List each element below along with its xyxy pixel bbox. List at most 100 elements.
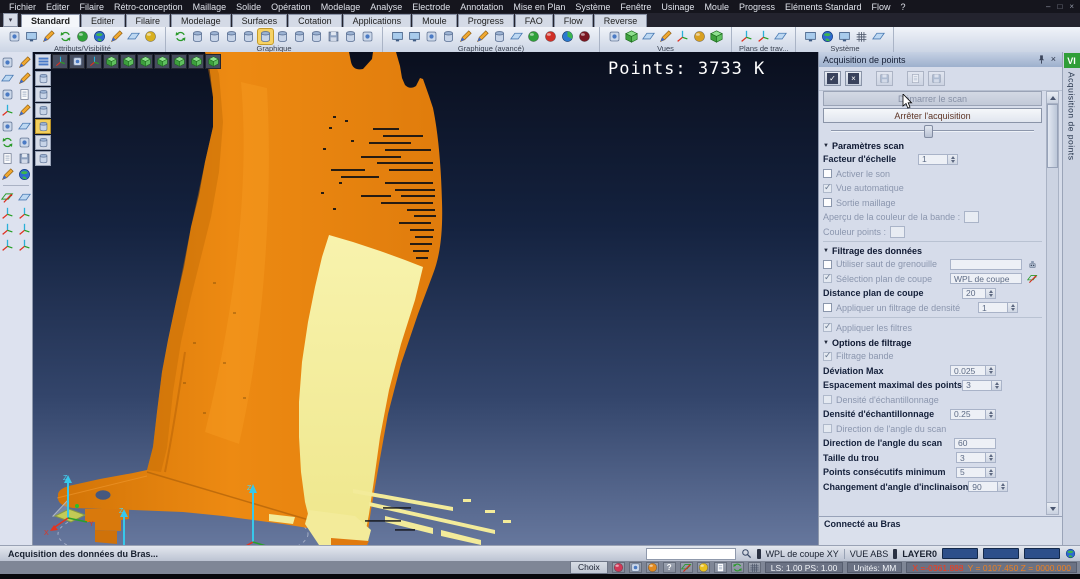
sidebar-tool-icon[interactable] — [18, 119, 32, 133]
stop-acquisition-button[interactable]: Arrêter l'acquisition — [823, 108, 1042, 123]
toolbar-icon[interactable] — [709, 29, 724, 44]
grid-icon[interactable] — [748, 562, 761, 573]
sidebar-tool-icon[interactable] — [18, 238, 32, 252]
toolbar-icon[interactable] — [190, 29, 205, 44]
toolbar-icon[interactable] — [773, 29, 788, 44]
status-tool-icon[interactable] — [612, 562, 625, 573]
toolbar-icon[interactable] — [692, 29, 707, 44]
toolbar-icon[interactable] — [207, 29, 222, 44]
toolbar-icon[interactable] — [360, 29, 375, 44]
spinner[interactable] — [986, 467, 996, 478]
menu-item[interactable]: Annotation — [455, 2, 508, 12]
checkbox-filtrage-densite[interactable] — [823, 303, 832, 312]
scrollbar-thumb[interactable] — [1047, 104, 1058, 168]
toolbar-icon[interactable] — [24, 29, 39, 44]
toolbar-icon[interactable] — [475, 29, 490, 44]
close-button[interactable]: × — [1069, 2, 1074, 11]
toolbar-icon[interactable] — [803, 29, 818, 44]
scroll-down-icon[interactable] — [1047, 502, 1058, 514]
scene-3d[interactable]: Z X Y Z Z Y — [33, 52, 818, 545]
toolbar-icon[interactable] — [241, 29, 256, 44]
tab-surfaces[interactable]: Surfaces — [232, 14, 288, 27]
toolbar-icon[interactable] — [739, 29, 754, 44]
menu-item-help[interactable]: ? — [896, 2, 911, 12]
cancel-button[interactable]: × — [845, 71, 862, 86]
spinner[interactable] — [998, 481, 1008, 492]
view-cube-icon[interactable] — [137, 54, 153, 69]
sidebar-tool-icon[interactable] — [1, 222, 15, 236]
layer-cylinder-icon[interactable] — [35, 151, 51, 166]
tab-modelage[interactable]: Modelage — [171, 14, 231, 27]
sidebar-tool-icon[interactable] — [1, 55, 15, 69]
sidebar-tool-icon[interactable] — [1, 238, 15, 252]
toolbar-icon[interactable] — [326, 29, 341, 44]
search-icon[interactable] — [741, 548, 752, 559]
vi-badge[interactable]: VI — [1064, 53, 1080, 68]
toolbar-icon[interactable] — [756, 29, 771, 44]
spinner[interactable] — [986, 288, 996, 299]
toolbar-icon[interactable] — [458, 29, 473, 44]
toolbar-icon[interactable] — [173, 29, 188, 44]
section-parametres-scan[interactable]: ▼Paramètres scan — [823, 141, 1042, 151]
scan-speed-slider[interactable] — [831, 125, 1034, 137]
search-input[interactable] — [646, 548, 736, 560]
checkbox-activer-son[interactable] — [823, 169, 832, 178]
layer-cylinder-icon[interactable] — [35, 71, 51, 86]
toolbar-icon[interactable] — [275, 29, 290, 44]
toolbar-icon[interactable] — [492, 29, 507, 44]
spinner[interactable] — [986, 409, 996, 420]
layer-cylinder-icon[interactable] — [35, 87, 51, 102]
layer-cylinder-icon-active[interactable] — [35, 119, 51, 134]
toolbar-icon[interactable] — [871, 29, 886, 44]
view-tool-icon[interactable] — [86, 54, 102, 69]
tab-moule[interactable]: Moule — [412, 14, 457, 27]
tab-fao[interactable]: FAO — [515, 14, 553, 27]
menu-item[interactable]: Usinage — [656, 2, 699, 12]
hole-size-field[interactable]: 3 — [956, 452, 986, 463]
toolbar-icon[interactable] — [343, 29, 358, 44]
view-cube-icon[interactable] — [120, 54, 136, 69]
toolbar-icon[interactable] — [526, 29, 541, 44]
view-cube-icon[interactable] — [188, 54, 204, 69]
view-cube-icon[interactable] — [205, 54, 221, 69]
toolbar-icon[interactable] — [7, 29, 22, 44]
menu-item[interactable]: Mise en Plan — [508, 2, 570, 12]
scroll-up-icon[interactable] — [1047, 92, 1058, 104]
sidebar-tool-icon[interactable] — [1, 190, 15, 204]
sidebar-tool-icon[interactable] — [1, 87, 15, 101]
menu-item[interactable]: Système — [570, 2, 615, 12]
sidebar-tool-icon[interactable] — [18, 222, 32, 236]
plane-pick-icon[interactable] — [1025, 272, 1040, 285]
sidebar-tool-icon[interactable] — [1, 167, 15, 181]
pin-icon[interactable] — [1034, 53, 1049, 66]
menu-item[interactable]: Filaire — [75, 2, 110, 12]
menu-item[interactable]: Electrode — [407, 2, 455, 12]
status-tool-icon[interactable] — [714, 562, 727, 573]
toolbar-icon[interactable] — [577, 29, 592, 44]
toolbar-icon[interactable] — [641, 29, 656, 44]
deviation-max-field[interactable]: 0.025 — [950, 365, 986, 376]
toolbar-icon[interactable] — [109, 29, 124, 44]
sampling-density-field[interactable]: 0.25 — [950, 409, 986, 420]
toolbar-icon[interactable] — [92, 29, 107, 44]
menu-item[interactable]: Rétro-conception — [109, 2, 188, 12]
status-tool-icon[interactable] — [629, 562, 642, 573]
toolbar-icon[interactable] — [424, 29, 439, 44]
toolbar-icon[interactable] — [292, 29, 307, 44]
menu-item[interactable]: Analyse — [365, 2, 407, 12]
sidebar-tool-icon[interactable] — [18, 206, 32, 220]
layer-cylinder-icon[interactable] — [35, 103, 51, 118]
menu-item[interactable]: Progress — [734, 2, 780, 12]
cut-plane-field[interactable]: WPL de coupe — [950, 273, 1022, 284]
sidebar-tool-icon[interactable] — [18, 103, 32, 117]
choice-button[interactable]: Choix — [570, 561, 608, 574]
toolbar-icon[interactable] — [560, 29, 575, 44]
status-tool-icon[interactable] — [680, 562, 693, 573]
menu-item[interactable]: Eléments Standard — [780, 2, 867, 12]
view-tool-icon[interactable] — [69, 54, 85, 69]
tilt-angle-change-field[interactable]: 90 — [968, 481, 998, 492]
toolbar-icon[interactable] — [309, 29, 324, 44]
view-tool-icon[interactable] — [52, 54, 68, 69]
globe-icon[interactable] — [1065, 548, 1076, 559]
tab-flow[interactable]: Flow — [554, 14, 593, 27]
